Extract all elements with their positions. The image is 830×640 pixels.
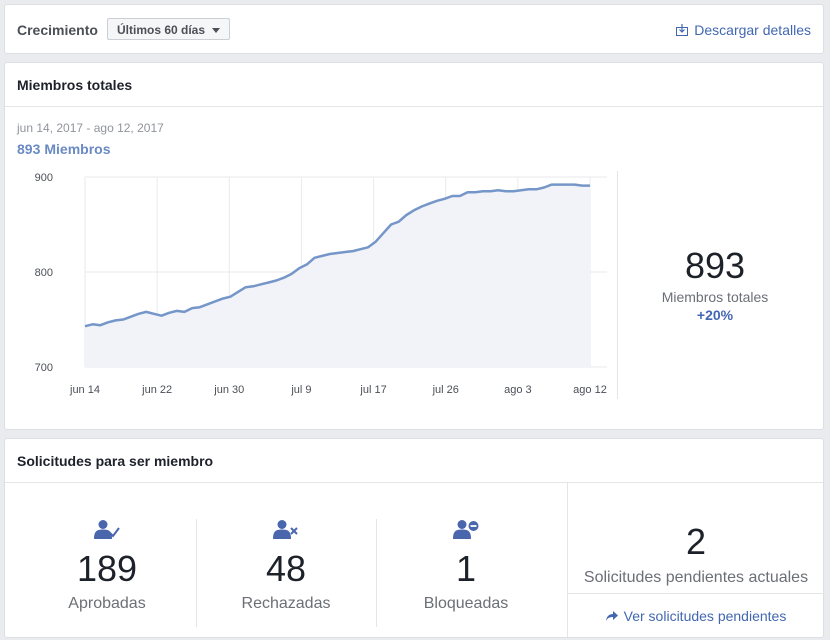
members-area (85, 184, 590, 367)
section-title: Crecimiento (17, 22, 98, 38)
x-tick-label: jul 17 (359, 384, 386, 396)
approved-count: 189 (76, 548, 138, 589)
growth-header: Crecimiento Últimos 60 días Descargar de… (4, 4, 824, 54)
date-range: jun 14, 2017 - ago 12, 2017 (17, 121, 164, 135)
blocked-stat: 1 Bloqueadas (376, 519, 556, 613)
members-chart: 700 800 900 jun 14 jun 22 jun 30 jul 9 jul 17 j… (35, 172, 607, 396)
view-pending-link[interactable]: Ver solicitudes pendientes (568, 608, 824, 624)
member-count-unit: Miembros (44, 141, 111, 157)
x-tick-label: jun 14 (69, 384, 100, 396)
members-card-title: Miembros totales (5, 63, 823, 107)
x-tick-label: ago 12 (573, 384, 607, 396)
x-tick-label: jul 9 (290, 384, 311, 396)
approved-label: Aprobadas (68, 595, 146, 612)
pending-separator (568, 593, 824, 594)
pending-requests: 2 Solicitudes pendientes actuales Ver so… (567, 483, 824, 637)
download-icon (676, 24, 689, 36)
rejected-count: 48 (265, 548, 307, 589)
requests-card: Solicitudes para ser miembro 189 Aprobad… (4, 438, 824, 638)
user-minus-icon (453, 520, 479, 539)
approved-stat: 189 Aprobadas (17, 519, 197, 613)
blocked-label: Bloqueadas (423, 595, 509, 612)
period-select[interactable]: Últimos 60 días (107, 18, 231, 40)
rejected-label: Rechazadas (241, 595, 331, 612)
summary-value: 893 (684, 245, 746, 286)
x-tick-label: jun 22 (141, 384, 172, 396)
members-card: Miembros totales jun 14, 2017 - ago 12, … (4, 62, 824, 430)
pending-count: 2 (685, 521, 707, 562)
x-tick-label: jun 30 (213, 384, 244, 396)
caret-down-icon (212, 28, 221, 33)
download-details-link[interactable]: Descargar detalles (676, 22, 811, 38)
requests-card-title: Solicitudes para ser miembro (5, 439, 823, 483)
share-arrow-icon (605, 611, 618, 621)
y-tick-label: 700 (35, 362, 53, 374)
summary-change: +20% (696, 307, 734, 323)
user-x-icon (273, 520, 298, 539)
rejected-stat: 48 Rechazadas (196, 519, 376, 613)
summary-label: Miembros totales (661, 289, 769, 305)
period-select-value: Últimos 60 días (117, 23, 206, 37)
x-tick-label: jul 26 (432, 384, 459, 396)
member-count: 893 (17, 141, 41, 157)
x-tick-label: ago 3 (504, 384, 532, 396)
blocked-count: 1 (455, 548, 477, 589)
y-tick-label: 800 (35, 267, 53, 279)
pending-label: Solicitudes pendientes actuales (583, 569, 809, 586)
user-check-icon (94, 520, 120, 539)
view-pending-label: Ver solicitudes pendientes (623, 608, 787, 624)
member-count-line: 893 Miembros (17, 141, 110, 157)
download-label: Descargar detalles (694, 22, 811, 38)
y-tick-label: 900 (35, 172, 53, 184)
